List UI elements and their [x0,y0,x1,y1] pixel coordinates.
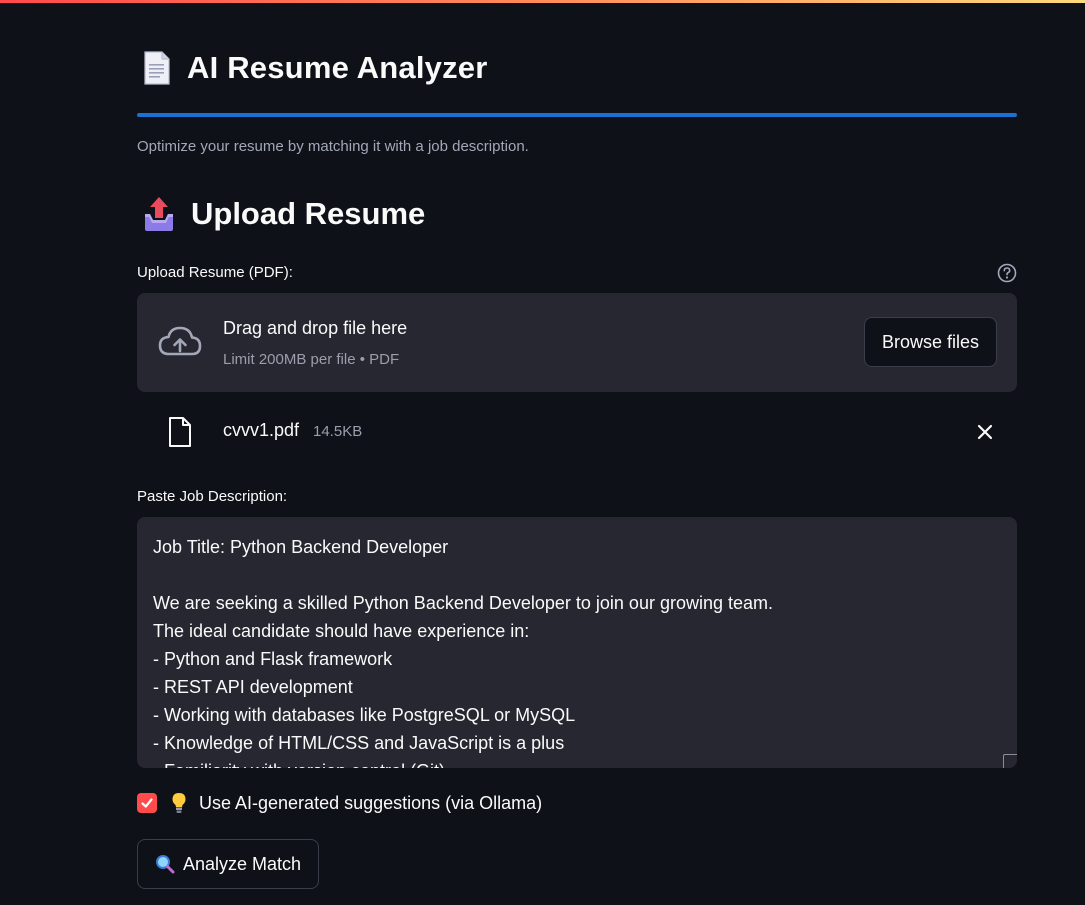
job-description-textarea[interactable]: Job Title: Python Backend Developer We a… [137,517,1017,768]
page-subtitle: Optimize your resume by matching it with… [137,138,529,155]
uploaded-file-item: cvvv1.pdf 14.5KB [137,412,1017,452]
app-top-decoration [0,0,1085,3]
job-description-label: Paste Job Description: [137,488,288,505]
outbox-tray-icon [145,197,173,231]
upload-section-title: Upload Resume [191,196,426,231]
ai-suggestions-option[interactable]: Use AI-generated suggestions (via Ollama… [137,792,542,814]
browse-files-button[interactable]: Browse files [864,317,997,367]
magnifying-glass-icon [155,855,175,874]
checkmark-icon [141,798,153,808]
analyze-match-button[interactable]: Analyze Match [137,839,319,889]
title-divider [137,113,1017,117]
close-icon[interactable] [975,422,995,442]
page-title: AI Resume Analyzer [142,50,488,86]
ai-suggestions-checkbox[interactable] [137,793,157,813]
dropzone-limit-text: Limit 200MB per file • PDF [223,351,400,368]
job-description-text[interactable]: Job Title: Python Backend Developer We a… [153,533,993,768]
page-document-icon [144,51,170,85]
page-title-text: AI Resume Analyzer [187,50,488,85]
cloud-upload-icon [158,326,202,356]
help-question-icon[interactable] [997,263,1017,283]
light-bulb-icon [172,793,186,813]
ai-suggestions-label[interactable]: Use AI-generated suggestions (via Ollama… [199,793,542,814]
uploaded-file-name: cvvv1.pdf [223,420,300,440]
analyze-match-label: Analyze Match [182,853,302,874]
resize-handle[interactable] [1003,754,1017,768]
uploaded-file-size: 14.5KB [313,423,363,440]
dropzone-title: Drag and drop file here [223,318,408,338]
upload-section-heading: Upload Resume [142,196,425,232]
file-icon [169,417,191,447]
file-dropzone[interactable]: Drag and drop file here Limit 200MB per … [137,293,1017,392]
upload-field-label: Upload Resume (PDF): [137,264,293,281]
